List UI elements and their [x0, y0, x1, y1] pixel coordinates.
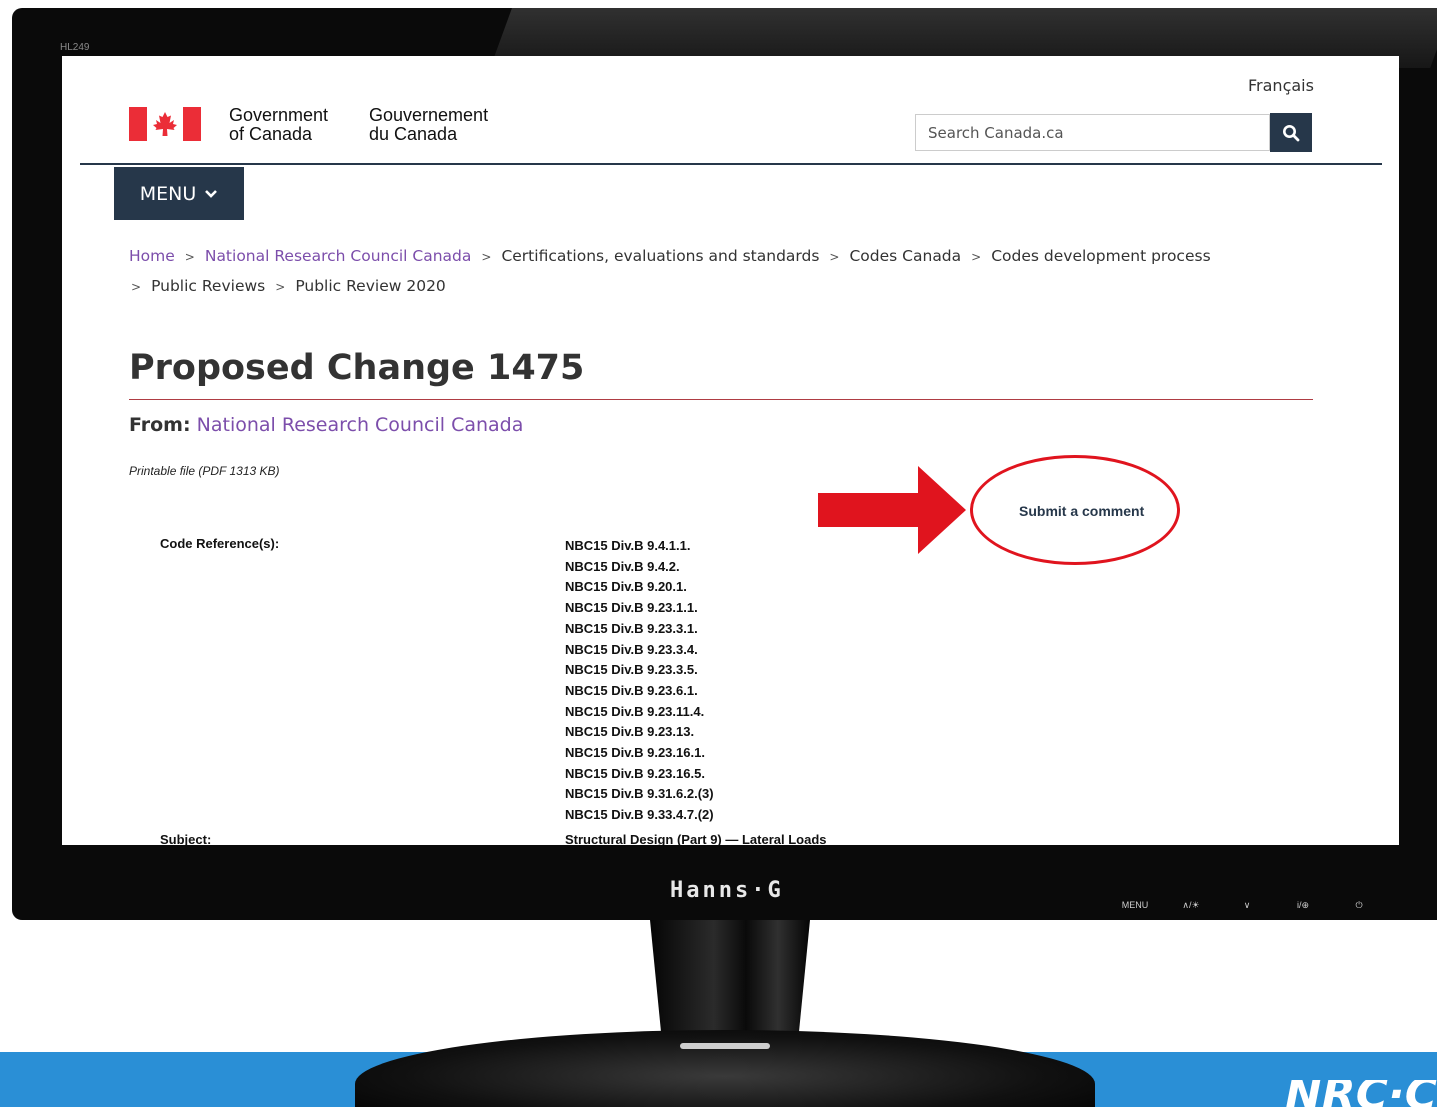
monitor-power-button[interactable]: ⏻	[1331, 900, 1387, 911]
menu-label: MENU	[139, 182, 197, 205]
from-label: From:	[129, 414, 191, 436]
language-toggle-link[interactable]: Français	[1248, 76, 1314, 95]
breadcrumb-codes-development[interactable]: Codes development process	[991, 247, 1210, 265]
monitor-brand-logo: Hanns·G	[670, 878, 784, 903]
code-reference-item: NBC15 Div.B 9.23.16.5.	[565, 765, 705, 781]
code-reference-item: NBC15 Div.B 9.23.1.1.	[565, 600, 698, 616]
header-divider	[80, 163, 1382, 165]
chevron-down-icon	[205, 189, 218, 198]
monitor-input-button[interactable]: i/⊕	[1275, 900, 1331, 911]
monitor-down-button[interactable]: ∨	[1219, 900, 1275, 911]
code-reference-item: NBC15 Div.B 9.23.3.4.	[565, 641, 698, 657]
code-reference-item: NBC15 Div.B 9.20.1.	[565, 579, 687, 595]
gov-fr-line1: Gouvernement	[369, 105, 489, 125]
breadcrumb-nrc[interactable]: National Research Council Canada	[205, 247, 472, 265]
code-reference-list: NBC15 Div.B 9.4.1.1. NBC15 Div.B 9.4.2. …	[565, 536, 714, 826]
monitor-model-label: HL249	[60, 42, 90, 53]
subject-label: Subject:	[160, 832, 212, 845]
monitor-stand-base	[355, 1030, 1095, 1107]
breadcrumb-certifications[interactable]: Certifications, evaluations and standard…	[501, 247, 819, 265]
search-input[interactable]: Search Canada.ca	[915, 114, 1270, 151]
breadcrumb-separator: >	[971, 250, 982, 264]
breadcrumb-public-review-2020[interactable]: Public Review 2020	[295, 277, 445, 295]
breadcrumb-separator: >	[184, 250, 195, 264]
code-reference-item: NBC15 Div.B 9.23.13.	[565, 724, 695, 740]
gov-signature-en[interactable]: Government of Canada	[229, 106, 328, 144]
code-reference-item: NBC15 Div.B 9.4.1.1.	[565, 538, 691, 553]
menu-button[interactable]: MENU	[114, 167, 244, 220]
gov-fr-line2: du Canada	[369, 124, 458, 144]
breadcrumb: Home > National Research Council Canada > Ce…	[129, 242, 1289, 302]
canada-flag-icon	[129, 107, 201, 141]
code-reference-item: NBC15 Div.B 9.23.3.1.	[565, 620, 698, 636]
code-reference-label: Code Reference(s):	[160, 536, 280, 551]
annotation-circle	[970, 455, 1180, 565]
code-reference-item: NBC15 Div.B 9.23.11.4.	[565, 703, 705, 719]
nrc-corner-logo: NRC·C	[1284, 1080, 1437, 1107]
code-reference-item: NBC15 Div.B 9.31.6.2.(3)	[565, 786, 714, 802]
monitor-up-button[interactable]: ∧/☀	[1163, 900, 1219, 911]
annotation-arrow-icon	[818, 466, 966, 554]
code-reference-item: NBC15 Div.B 9.23.16.1.	[565, 745, 705, 761]
gov-en-line2: of Canada	[229, 124, 313, 144]
breadcrumb-separator: >	[829, 250, 840, 264]
monitor-buttons: MENU ∧/☀ ∨ i/⊕ ⏻	[1107, 900, 1387, 911]
breadcrumb-public-reviews[interactable]: Public Reviews	[151, 277, 265, 295]
printable-file-link[interactable]: Printable file (PDF 1313 KB)	[129, 464, 280, 478]
breadcrumb-separator: >	[275, 280, 286, 294]
breadcrumb-separator: >	[481, 250, 492, 264]
from-org-link[interactable]: National Research Council Canada	[197, 414, 524, 436]
search-button[interactable]	[1270, 113, 1312, 152]
breadcrumb-home[interactable]: Home	[129, 247, 175, 265]
title-divider	[129, 399, 1313, 400]
code-reference-item: NBC15 Div.B 9.23.3.5.	[565, 662, 698, 678]
breadcrumb-separator: >	[131, 280, 142, 294]
stand-highlight	[680, 1043, 770, 1049]
subject-value: Structural Design (Part 9) — Lateral Loa…	[565, 832, 827, 845]
gov-signature-fr[interactable]: Gouvernement du Canada	[369, 106, 488, 144]
code-reference-item: NBC15 Div.B 9.23.6.1.	[565, 682, 698, 698]
monitor-menu-button[interactable]: MENU	[1107, 900, 1163, 911]
code-reference-item: NBC15 Div.B 9.33.4.7.(2)	[565, 807, 714, 823]
gov-en-line1: Government	[229, 105, 329, 125]
page-title: Proposed Change 1475	[129, 348, 585, 388]
magnifier-icon	[1283, 124, 1300, 141]
code-reference-item: NBC15 Div.B 9.4.2.	[565, 558, 680, 574]
breadcrumb-codes-canada[interactable]: Codes Canada	[849, 247, 961, 265]
from-line: From: National Research Council Canada	[129, 414, 523, 436]
browser-screen: Français Government of Canada Gouverneme…	[62, 56, 1399, 845]
